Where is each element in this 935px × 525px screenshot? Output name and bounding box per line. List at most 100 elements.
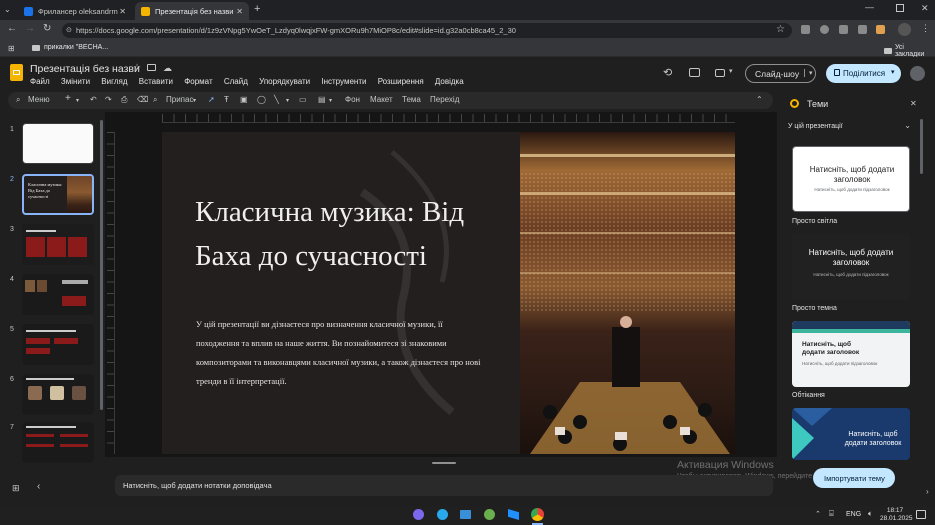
slides-logo-icon[interactable]	[10, 64, 23, 81]
profile-avatar[interactable]	[898, 23, 911, 36]
meet-icon[interactable]	[715, 69, 725, 77]
theme-card-focus[interactable]: Натисніть, щоб додати заголовок	[792, 408, 910, 460]
menus-search-label[interactable]: Меню	[28, 95, 50, 104]
search-icon[interactable]: ⌕	[16, 95, 20, 105]
slide-thumbnail-4[interactable]	[22, 274, 94, 315]
notifications-icon[interactable]	[916, 510, 926, 519]
extension-icon[interactable]	[858, 25, 867, 34]
slide-body-text[interactable]: У цій презентації ви дізнаєтеся про визн…	[196, 315, 486, 391]
menu-insert[interactable]: Вставити	[139, 77, 173, 86]
close-icon[interactable]: ✕	[910, 99, 917, 108]
reload-icon[interactable]: ↻	[43, 23, 51, 34]
comment-add-icon[interactable]: ▭	[299, 95, 307, 104]
import-theme-button[interactable]: Імпортувати тему	[813, 468, 895, 488]
redo-icon[interactable]: ↷	[105, 95, 112, 104]
speaker-notes[interactable]: Натисніть, щоб додати нотатки доповідача	[115, 475, 773, 496]
theme-card-streamline[interactable]: Натисніть, щоб додати заголовок Натисніт…	[792, 321, 910, 387]
extension-icon[interactable]	[801, 25, 810, 34]
tab-search-icon[interactable]: ⌄	[4, 5, 14, 15]
close-window-icon[interactable]: ✕	[921, 3, 929, 14]
browser-tab-freelancer[interactable]: Фрилансер oleksandrmazula1 ✕	[18, 2, 132, 20]
text-box-icon[interactable]: Ŧ	[224, 95, 229, 104]
background-button[interactable]: Фон	[345, 95, 360, 104]
share-button[interactable]: Поділитися ▾	[826, 64, 901, 83]
chevron-down-icon[interactable]: ▾	[76, 97, 79, 104]
add-slide-icon[interactable]: +	[65, 93, 71, 104]
forward-icon[interactable]: →	[25, 23, 35, 34]
chevron-down-icon[interactable]: ▾	[329, 97, 332, 104]
transition-button[interactable]: Перехід	[430, 95, 459, 104]
chrome-icon[interactable]	[531, 508, 544, 521]
menu-tools[interactable]: Інструменти	[321, 77, 366, 86]
slide-title[interactable]: Класична музика: Від Баха до сучасності	[195, 190, 515, 278]
slide-thumbnail-1[interactable]	[22, 123, 94, 164]
layout-icon[interactable]: ▤	[318, 95, 326, 104]
expand-side-panel-icon[interactable]: ›	[926, 487, 929, 496]
menu-file[interactable]: Файл	[30, 77, 50, 86]
restore-icon[interactable]	[896, 4, 904, 12]
volume-icon[interactable]: 🔈︎	[868, 509, 873, 519]
collapse-toolbar-icon[interactable]: ⌃	[756, 95, 763, 104]
zoom-icon[interactable]: ⌕	[153, 95, 157, 105]
taskbar-app-icon[interactable]	[508, 509, 519, 520]
menu-help[interactable]: Довідка	[435, 77, 464, 86]
themes-section-select[interactable]: У цій презентації ⌄	[788, 121, 913, 133]
telegram-icon[interactable]	[437, 509, 448, 520]
chevron-down-icon[interactable]: ▾	[804, 69, 813, 77]
slide-thumbnail-7[interactable]	[22, 422, 94, 463]
site-info-icon[interactable]: ⊙	[66, 23, 72, 38]
network-icon[interactable]: ⌸	[829, 509, 834, 519]
theme-card-simple-light[interactable]: Натисніть, щоб додати заголовок Натисніт…	[792, 146, 910, 212]
account-avatar[interactable]	[910, 66, 925, 81]
menu-edit[interactable]: Змінити	[61, 77, 90, 86]
shape-icon[interactable]: ◯	[257, 95, 266, 104]
taskbar-app-icon[interactable]	[484, 509, 495, 520]
notes-resize-handle[interactable]	[432, 462, 456, 464]
language-indicator[interactable]: ENG	[846, 511, 861, 518]
menu-arrange[interactable]: Упорядкувати	[259, 77, 310, 86]
menu-view[interactable]: Вигляд	[101, 77, 127, 86]
bookmark-folder[interactable]: прикалки "ВЕСНА...	[32, 44, 108, 51]
chevron-down-icon[interactable]: ▾	[891, 68, 895, 76]
tray-chevron-icon[interactable]: ⌃	[815, 510, 821, 518]
filmstrip-scrollbar[interactable]	[100, 120, 103, 410]
new-tab-icon[interactable]: +	[254, 3, 260, 15]
taskbar-app-icon[interactable]	[413, 509, 424, 520]
chevron-down-icon[interactable]: ▾	[729, 67, 733, 75]
chevron-down-icon[interactable]: ▾	[193, 97, 196, 104]
minimize-icon[interactable]: —	[865, 2, 874, 12]
document-title[interactable]: Презентація без назви	[30, 63, 140, 75]
theme-card-simple-dark[interactable]: Натисніть, щоб додати заголовок Натисніт…	[792, 234, 910, 300]
themes-scrollbar[interactable]	[920, 119, 923, 174]
slide-thumbnail-5[interactable]	[22, 324, 94, 365]
all-bookmarks[interactable]: Усі закладки	[884, 44, 935, 58]
select-tool-icon[interactable]: ➚	[208, 95, 215, 104]
slide-thumbnail-3[interactable]	[22, 224, 94, 265]
layout-button[interactable]: Макет	[370, 95, 393, 104]
image-icon[interactable]: ▣	[240, 95, 248, 104]
undo-icon[interactable]: ↶	[90, 95, 97, 104]
filmstrip-grid-toggle-icon[interactable]: ⊞	[12, 483, 20, 494]
star-icon[interactable]: ☆	[133, 62, 141, 73]
browser-tab-presentation[interactable]: Презентація без назви - Goog ✕	[135, 2, 249, 20]
slideshow-button[interactable]: Слайд-шоу ▾	[745, 64, 816, 83]
bookmark-star-icon[interactable]: ☆	[776, 24, 785, 35]
menu-extensions[interactable]: Розширення	[378, 77, 424, 86]
apps-grid-icon[interactable]: ⊞	[8, 44, 15, 53]
close-tab-icon[interactable]: ✕	[119, 7, 126, 16]
move-folder-icon[interactable]	[147, 64, 156, 71]
current-slide[interactable]: Класична музика: Від Баха до сучасності …	[162, 132, 735, 454]
clock[interactable]: 18:17 28.01.2025	[880, 507, 913, 523]
back-icon[interactable]: ←	[7, 23, 17, 34]
slide-thumbnail-2[interactable]: Класична музика: Від Баха до сучасності	[22, 174, 94, 215]
slide-thumbnail-6[interactable]	[22, 374, 94, 415]
menu-slide[interactable]: Слайд	[224, 77, 248, 86]
print-icon[interactable]: ⎙	[121, 95, 127, 105]
extension-icon[interactable]	[839, 25, 848, 34]
paint-format-icon[interactable]: ⌫	[137, 95, 148, 104]
close-tab-icon[interactable]: ✕	[236, 7, 243, 16]
url-bar[interactable]: ⊙ https://docs.google.com/presentation/d…	[62, 23, 792, 38]
extension-icon[interactable]	[820, 25, 829, 34]
mail-icon[interactable]	[460, 510, 471, 519]
collapse-filmstrip-icon[interactable]: ‹	[37, 481, 40, 492]
